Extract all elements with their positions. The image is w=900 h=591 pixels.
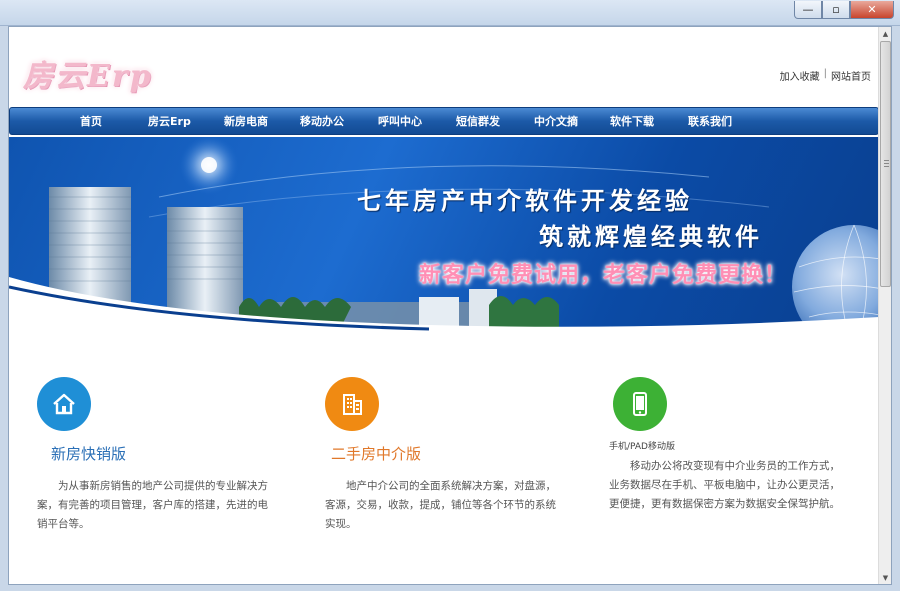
minimize-button[interactable]: —: [794, 1, 822, 19]
maximize-button[interactable]: ▫: [822, 1, 850, 19]
banner-slogan-line2: 筑就辉煌经典软件: [539, 222, 763, 251]
scroll-up-arrow-icon[interactable]: ▲: [879, 27, 891, 40]
window-bottom-border: [0, 585, 900, 591]
feature-title[interactable]: 新房快销版: [51, 443, 126, 464]
feature-subtitle[interactable]: 手机/PAD移动版: [609, 439, 675, 452]
home-page-link[interactable]: 网站首页: [831, 68, 871, 83]
feature-description: 地产中介公司的全面系统解决方案，对盘源，客源，交易，收款，提成，铺位等各个环节的…: [325, 480, 556, 530]
grip-line: [884, 166, 889, 167]
link-separator: |: [823, 68, 827, 79]
grip-line: [884, 163, 889, 164]
browser-viewport: 房云Erp 加入收藏 | 网站首页 首页 房云Erp 新房电商 移动办公 呼叫中…: [8, 26, 892, 585]
nav-item-call-center[interactable]: 呼叫中心: [378, 108, 422, 136]
nav-item-contact[interactable]: 联系我们: [688, 108, 732, 136]
nav-item-home[interactable]: 首页: [80, 108, 102, 136]
nav-item-erp[interactable]: 房云Erp: [148, 108, 191, 136]
close-button[interactable]: ✕: [850, 1, 894, 19]
main-nav: 首页 房云Erp 新房电商 移动办公 呼叫中心 短信群发 中介文摘 软件下载 联…: [9, 107, 879, 135]
scrollbar-thumb[interactable]: [880, 41, 891, 287]
site-logo[interactable]: 房云Erp: [23, 51, 153, 95]
mobile-phone-icon[interactable]: [613, 377, 667, 431]
grip-line: [884, 160, 889, 161]
vertical-scrollbar[interactable]: ▲ ▼: [878, 27, 891, 584]
feature-description: 为从事新房销售的地产公司提供的专业解决方案，有完善的项目管理，客户库的搭建，先进…: [37, 480, 268, 530]
banner-slogan-line1: 七年房产中介软件开发经验: [357, 186, 693, 215]
feature-title[interactable]: 二手房中介版: [331, 443, 421, 464]
home-icon[interactable]: [37, 377, 91, 431]
nav-item-new-house[interactable]: 新房电商: [224, 108, 268, 136]
window-controls: — ▫ ✕: [794, 1, 894, 19]
add-favorite-link[interactable]: 加入收藏: [780, 68, 820, 83]
nav-item-download[interactable]: 软件下载: [610, 108, 654, 136]
banner-promo-text: 新客户免费试用，老客户免费更换！: [419, 263, 788, 288]
window-titlebar: — ▫ ✕: [0, 0, 900, 26]
nav-item-mobile-office[interactable]: 移动办公: [300, 108, 344, 136]
web-page: 房云Erp 加入收藏 | 网站首页 首页 房云Erp 新房电商 移动办公 呼叫中…: [9, 27, 879, 584]
nav-item-articles[interactable]: 中介文摘: [534, 108, 578, 136]
feature-description: 移动办公将改变现有中介业务员的工作方式，业务数据尽在手机、平板电脑中，让办公更灵…: [609, 460, 840, 510]
hero-banner: 七年房产中介软件开发经验 筑就辉煌经典软件 新客户免费试用，老客户免费更换！: [9, 137, 879, 331]
nav-item-sms[interactable]: 短信群发: [456, 108, 500, 136]
scroll-down-arrow-icon[interactable]: ▼: [879, 571, 891, 584]
building-icon[interactable]: [325, 377, 379, 431]
top-links: 加入收藏 | 网站首页: [780, 68, 871, 83]
